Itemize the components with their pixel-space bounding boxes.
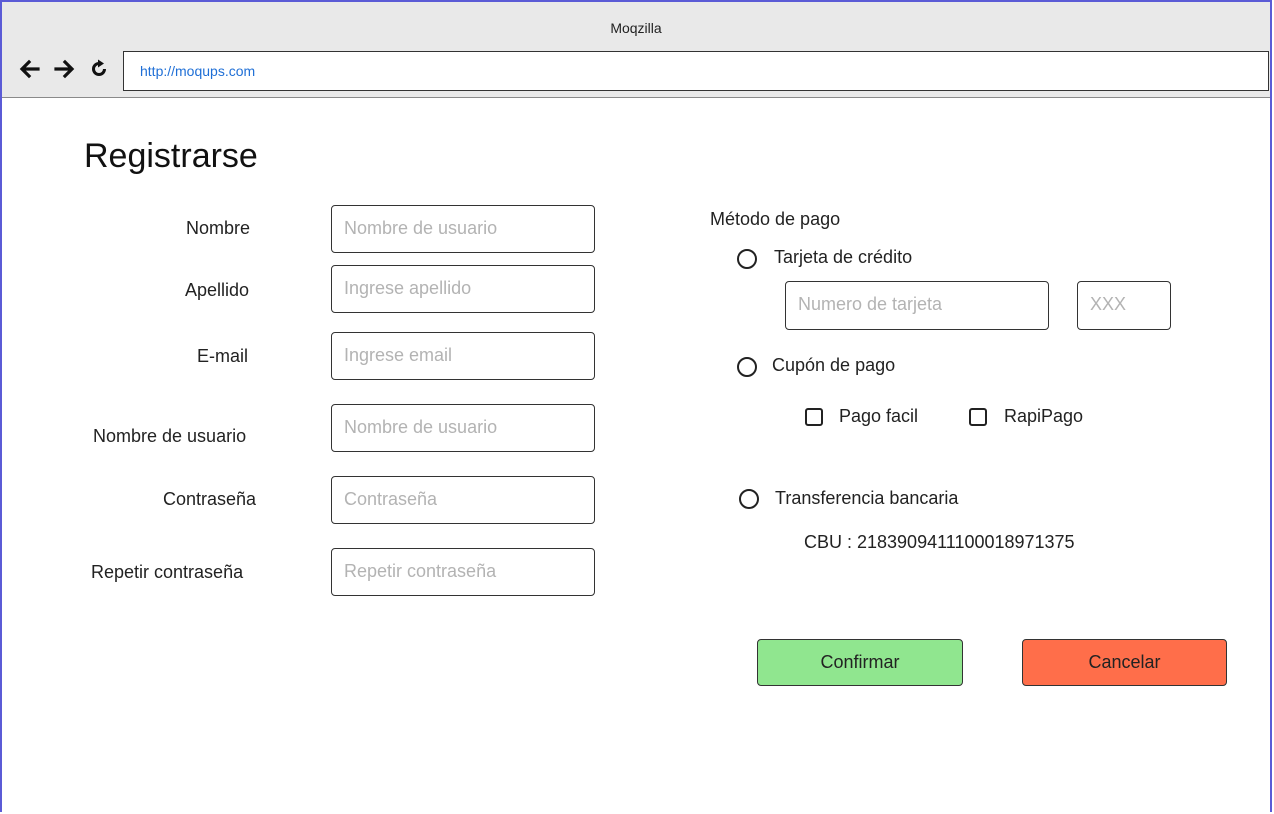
password-field[interactable]: Contraseña [331, 476, 595, 524]
rapipago-checkbox[interactable] [969, 408, 987, 426]
nombre-placeholder: Nombre de usuario [344, 218, 498, 238]
pago-facil-label: Pago facil [839, 406, 919, 426]
page-title: Registrarse [84, 137, 258, 175]
nombre-field[interactable]: Nombre de usuario [331, 205, 595, 253]
username-field[interactable]: Nombre de usuario [331, 404, 595, 452]
url-bar[interactable]: http://moqups.com [123, 51, 1269, 91]
cancel-button[interactable]: Cancelar [1022, 639, 1227, 686]
card-number-field[interactable]: Numero de tarjeta [785, 281, 1049, 330]
username-placeholder: Nombre de usuario [344, 417, 498, 437]
credit-card-label: Tarjeta de crédito [774, 247, 913, 267]
window-title: Moqzilla [610, 20, 662, 36]
payment-method-title: Método de pago [710, 209, 841, 229]
cbu-text: CBU : 2183909411100018971375 [804, 532, 1075, 552]
password-placeholder: Contraseña [344, 489, 438, 509]
repeat-password-label: Repetir contraseña [91, 562, 244, 582]
card-cvv-placeholder: XXX [1090, 294, 1127, 314]
repeat-password-placeholder: Repetir contraseña [344, 561, 497, 581]
coupon-radio[interactable] [737, 357, 757, 377]
password-label: Contraseña [163, 489, 257, 509]
card-number-placeholder: Numero de tarjeta [798, 294, 943, 314]
transfer-label: Transferencia bancaria [775, 488, 959, 508]
nombre-label: Nombre [186, 218, 251, 238]
apellido-field[interactable]: Ingrese apellido [331, 265, 595, 313]
email-field[interactable]: Ingrese email [331, 332, 595, 380]
browser-chrome: Moqzilla http://moqups.com [2, 2, 1270, 98]
reload-icon[interactable] [88, 58, 110, 80]
coupon-label: Cupón de pago [772, 355, 896, 375]
card-cvv-field[interactable]: XXX [1077, 281, 1171, 330]
apellido-placeholder: Ingrese apellido [344, 278, 472, 298]
username-label: Nombre de usuario [93, 426, 247, 446]
email-placeholder: Ingrese email [344, 345, 453, 365]
pago-facil-checkbox[interactable] [805, 408, 823, 426]
arrow-left-icon[interactable] [18, 58, 40, 80]
rapipago-label: RapiPago [1004, 406, 1084, 426]
confirm-button[interactable]: Confirmar [757, 639, 963, 686]
transfer-radio[interactable] [739, 489, 759, 509]
url-text: http://moqups.com [140, 63, 256, 79]
credit-card-radio[interactable] [737, 249, 757, 269]
repeat-password-field[interactable]: Repetir contraseña [331, 548, 595, 596]
email-label: E-mail [197, 346, 249, 366]
apellido-label: Apellido [185, 280, 250, 300]
arrow-right-icon[interactable] [54, 58, 76, 80]
